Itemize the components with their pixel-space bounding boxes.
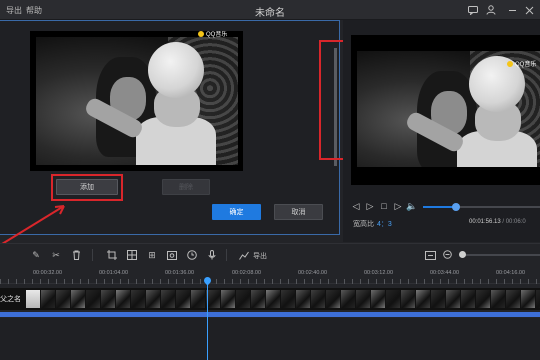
qq-music-watermark: QQ音乐	[198, 31, 227, 38]
preview-panel: QQ音乐 ◁ ▷ □ ▷ 🔈 宽高比 4：3 00:01:56.13 / 00:0…	[343, 20, 540, 242]
preview-frame-image	[357, 51, 540, 167]
image-icon[interactable]	[166, 249, 178, 261]
video-frame-image	[36, 37, 238, 165]
microphone-icon[interactable]	[206, 249, 218, 261]
clip-thumbnail	[476, 290, 490, 308]
trash-icon[interactable]	[70, 249, 82, 261]
clip-thumbnail	[161, 290, 175, 308]
window-title: 未命名	[255, 8, 285, 19]
zoom-slider-handle[interactable]	[459, 251, 466, 258]
timeline-tick-label: 00:04:16.00	[496, 270, 526, 276]
qq-music-logo-icon	[507, 60, 513, 67]
clip-thumbnail	[71, 290, 85, 308]
main-video-preview: QQ音乐	[351, 35, 540, 185]
timeline-tick-label: 00:00:32.00	[33, 270, 63, 276]
clip-thumbnail	[446, 290, 460, 308]
clip-thumbnail	[341, 290, 355, 308]
timeline-empty-area	[0, 318, 540, 360]
mosaic-icon[interactable]	[126, 249, 138, 261]
fit-to-window-icon[interactable]	[424, 249, 436, 261]
minimize-icon[interactable]	[505, 3, 519, 17]
clip-thumbnail	[386, 290, 400, 308]
comment-icon[interactable]	[466, 3, 480, 17]
next-frame-icon[interactable]: ▷	[393, 201, 403, 211]
clip-thumbnail	[41, 290, 55, 308]
qq-music-logo-icon	[198, 31, 204, 37]
clip-thumbnail	[266, 290, 280, 308]
user-icon[interactable]	[484, 3, 498, 17]
clip-thumbnail	[326, 290, 340, 308]
previous-frame-icon[interactable]: ◁	[351, 201, 361, 211]
zoom-slider[interactable]	[462, 254, 540, 256]
timeline-tick-label: 00:01:36.00	[165, 270, 195, 276]
clip-thumbnail	[131, 290, 145, 308]
volume-icon[interactable]: 🔈	[406, 201, 417, 211]
playhead[interactable]	[207, 278, 208, 360]
timeline-tick-label: 00:03:12.00	[364, 270, 394, 276]
clip-thumbnail	[416, 290, 430, 308]
timecode: 00:01:56.13 / 00:06:0	[469, 219, 526, 225]
scissors-icon[interactable]: ✂	[50, 249, 62, 261]
audio-track[interactable]	[0, 312, 540, 317]
clip-thumbnail	[26, 290, 40, 308]
aspect-ratio: 宽高比 4：3	[353, 221, 392, 228]
close-icon[interactable]	[522, 3, 536, 17]
clip-thumbnail	[146, 290, 160, 308]
playback-controls: ◁ ▷ □ ▷ 🔈	[351, 200, 418, 212]
clip-thumbnail	[491, 290, 505, 308]
clip-thumbnail	[371, 290, 385, 308]
clip-thumbnail	[296, 290, 310, 308]
clock-icon[interactable]	[186, 249, 198, 261]
qq-music-watermark: QQ音乐	[507, 59, 536, 68]
clip-thumbnail	[281, 290, 295, 308]
progress-handle[interactable]	[451, 203, 460, 211]
video-track[interactable]: 父之名	[0, 288, 540, 310]
clip-thumbnail	[521, 290, 535, 308]
clip-thumbnail	[536, 290, 540, 308]
timeline-tick-label: 00:01:04.00	[99, 270, 129, 276]
clip-thumbnail	[236, 290, 250, 308]
clip-thumbnail	[356, 290, 370, 308]
clip-thumbnail	[461, 290, 475, 308]
clip-thumbnail	[101, 290, 115, 308]
cancel-button[interactable]: 取消	[274, 204, 323, 220]
play-icon[interactable]: ▷	[365, 201, 375, 211]
export-label[interactable]: 导出	[253, 251, 267, 261]
pencil-icon[interactable]: ✎	[30, 249, 42, 261]
timeline-tick-label: 00:02:08.00	[232, 270, 262, 276]
ok-button[interactable]: 确定	[212, 204, 261, 220]
clip-thumbnail	[176, 290, 190, 308]
timeline-ruler[interactable]: 00:00:32.00 00:01:04.00 00:01:36.00 00:02:0…	[0, 266, 540, 284]
clip-thumbnail	[251, 290, 265, 308]
grid-icon[interactable]: ⊞	[146, 249, 158, 261]
export-chart-icon[interactable]	[238, 249, 250, 261]
dialog-video-preview: QQ音乐	[30, 31, 243, 171]
crop-icon[interactable]	[106, 249, 118, 261]
aspect-ratio-select[interactable]: 4：3	[377, 221, 392, 228]
timeline-tick-label: 00:02:40.00	[298, 270, 328, 276]
clip-thumbnail	[86, 290, 100, 308]
clip-thumbnail	[431, 290, 445, 308]
clip-thumbnail	[401, 290, 415, 308]
video-clip-title: 父之名	[0, 296, 21, 303]
clip-thumbnail	[206, 290, 220, 308]
clip-thumbnail	[116, 290, 130, 308]
clip-thumbnail	[191, 290, 205, 308]
clip-thumbnail	[221, 290, 235, 308]
delete-button[interactable]: 删除	[162, 179, 210, 195]
playback-progress-bar[interactable]	[423, 203, 540, 211]
clip-thumbnail	[311, 290, 325, 308]
clip-thumbnail	[506, 290, 520, 308]
stop-icon[interactable]: □	[379, 201, 389, 211]
title-bar: 导出 帮助 未命名	[0, 0, 540, 20]
timeline-tick-label: 00:03:44.00	[430, 270, 460, 276]
clip-thumbnail	[56, 290, 70, 308]
red-arrow-annotation	[1, 205, 65, 245]
zoom-out-icon[interactable]	[442, 249, 454, 261]
